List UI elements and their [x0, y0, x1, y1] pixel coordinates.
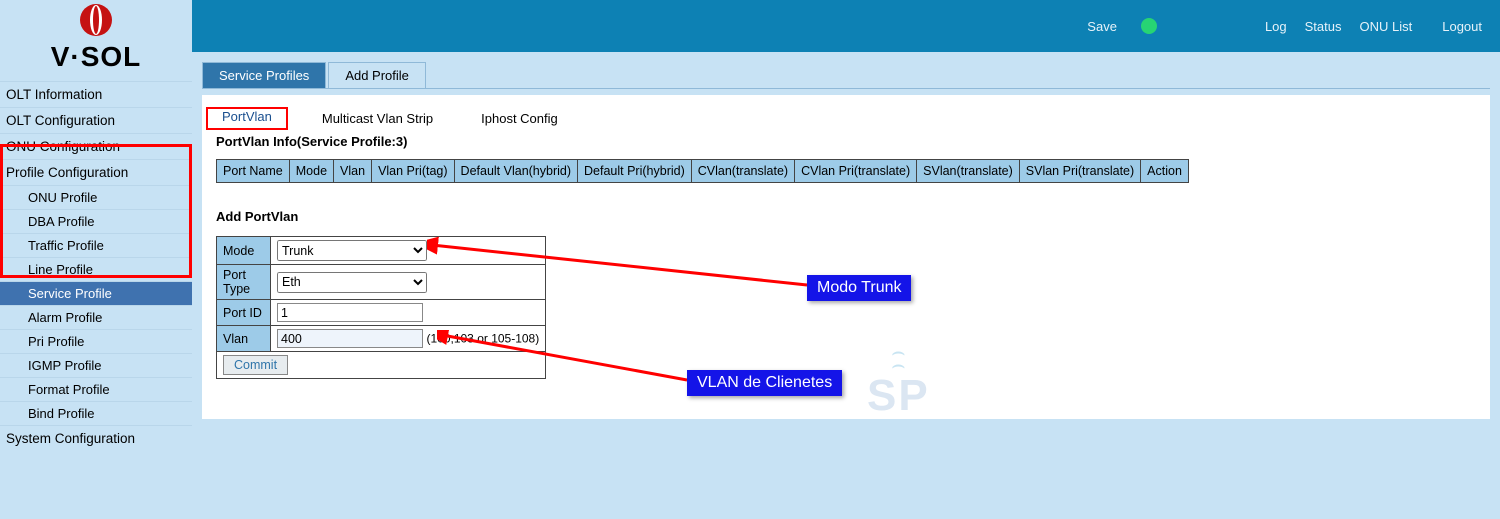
col-def-vlan: Default Vlan(hybrid) — [454, 160, 577, 183]
mode-select[interactable]: Trunk — [277, 240, 427, 261]
sidebar-sub-alarm-profile[interactable]: Alarm Profile — [0, 305, 192, 329]
label-mode: Mode — [217, 237, 271, 265]
col-svlan: SVlan(translate) — [917, 160, 1020, 183]
sidebar-sub-pri-profile[interactable]: Pri Profile — [0, 329, 192, 353]
port-id-input[interactable] — [277, 303, 423, 322]
annotation-vlan-clientes: VLAN de Clienetes — [687, 370, 842, 396]
col-vlan-pri: Vlan Pri(tag) — [372, 160, 454, 183]
col-mode: Mode — [289, 160, 333, 183]
status-link[interactable]: Status — [1305, 19, 1342, 34]
brand-logo: V·SOL — [0, 0, 192, 81]
tab-portvlan[interactable]: PortVlan — [208, 105, 286, 128]
sidebar-sub-format-profile[interactable]: Format Profile — [0, 377, 192, 401]
watermark-icon: ⌢⌢ SP — [867, 345, 930, 421]
logo-icon — [78, 2, 114, 41]
sidebar-sub-traffic-profile[interactable]: Traffic Profile — [0, 233, 192, 257]
sidebar-sub-bind-profile[interactable]: Bind Profile — [0, 401, 192, 425]
topbar: Save Log Status ONU List Logout — [192, 0, 1500, 52]
col-action: Action — [1141, 160, 1189, 183]
add-portvlan-form: Mode Trunk Port Type Eth Port ID Vlan — [216, 236, 546, 379]
col-cvlan: CVlan(translate) — [691, 160, 794, 183]
col-cvlan-pri: CVlan Pri(translate) — [795, 160, 917, 183]
col-def-pri: Default Pri(hybrid) — [578, 160, 692, 183]
col-svlan-pri: SVlan Pri(translate) — [1019, 160, 1140, 183]
app-root: V·SOL OLT Information OLT Configuration … — [0, 0, 1500, 519]
save-link[interactable]: Save — [1087, 19, 1117, 34]
logout-link[interactable]: Logout — [1442, 19, 1482, 34]
portvlan-info-title: PortVlan Info(Service Profile:3) — [216, 134, 1490, 149]
tab-iphost-config[interactable]: Iphost Config — [467, 107, 572, 130]
tab-add-profile[interactable]: Add Profile — [328, 62, 426, 88]
sidebar-item-onu-configuration[interactable]: ONU Configuration — [0, 133, 192, 159]
sidebar-sub-line-profile[interactable]: Line Profile — [0, 257, 192, 281]
main-area: Save Log Status ONU List Logout Service … — [192, 0, 1500, 519]
secondary-tabs: PortVlan Multicast Vlan Strip Iphost Con… — [206, 107, 1490, 130]
col-port-name: Port Name — [217, 160, 290, 183]
port-type-select[interactable]: Eth — [277, 272, 427, 293]
vlan-hint: (100,103 or 105-108) — [426, 332, 539, 346]
sidebar-item-system-configuration[interactable]: System Configuration — [0, 425, 192, 451]
tab-service-profiles[interactable]: Service Profiles — [202, 62, 326, 88]
annotation-modo-trunk: Modo Trunk — [807, 275, 911, 301]
sidebar-item-profile-configuration[interactable]: Profile Configuration — [0, 159, 192, 185]
brand-name: V·SOL — [0, 41, 192, 73]
commit-button[interactable]: Commit — [223, 355, 288, 375]
onu-list-link[interactable]: ONU List — [1360, 19, 1413, 34]
col-vlan: Vlan — [334, 160, 372, 183]
tab-multicast-vlan-strip[interactable]: Multicast Vlan Strip — [308, 107, 447, 130]
annotation-portvlan-redbox: PortVlan — [206, 107, 288, 130]
vlan-input[interactable] — [277, 329, 423, 348]
sidebar-sub-onu-profile[interactable]: ONU Profile — [0, 185, 192, 209]
status-indicator-icon — [1141, 18, 1157, 34]
primary-tabs: Service Profiles Add Profile — [202, 62, 1490, 89]
content-wrap: Service Profiles Add Profile PortVlan Mu… — [192, 52, 1500, 519]
table-header-row: Port Name Mode Vlan Vlan Pri(tag) Defaul… — [217, 160, 1189, 183]
sidebar-sub-igmp-profile[interactable]: IGMP Profile — [0, 353, 192, 377]
sidebar-sub-dba-profile[interactable]: DBA Profile — [0, 209, 192, 233]
label-port-id: Port ID — [217, 300, 271, 326]
portvlan-info-table: Port Name Mode Vlan Vlan Pri(tag) Defaul… — [216, 159, 1189, 183]
sidebar-item-olt-information[interactable]: OLT Information — [0, 81, 192, 107]
page-body: PortVlan Multicast Vlan Strip Iphost Con… — [202, 95, 1490, 419]
sidebar-sub-service-profile[interactable]: Service Profile — [0, 281, 192, 305]
log-link[interactable]: Log — [1265, 19, 1287, 34]
add-portvlan-title: Add PortVlan — [216, 209, 1490, 224]
sidebar: V·SOL OLT Information OLT Configuration … — [0, 0, 192, 519]
label-vlan: Vlan — [217, 326, 271, 352]
sidebar-item-olt-configuration[interactable]: OLT Configuration — [0, 107, 192, 133]
label-port-type: Port Type — [217, 265, 271, 300]
